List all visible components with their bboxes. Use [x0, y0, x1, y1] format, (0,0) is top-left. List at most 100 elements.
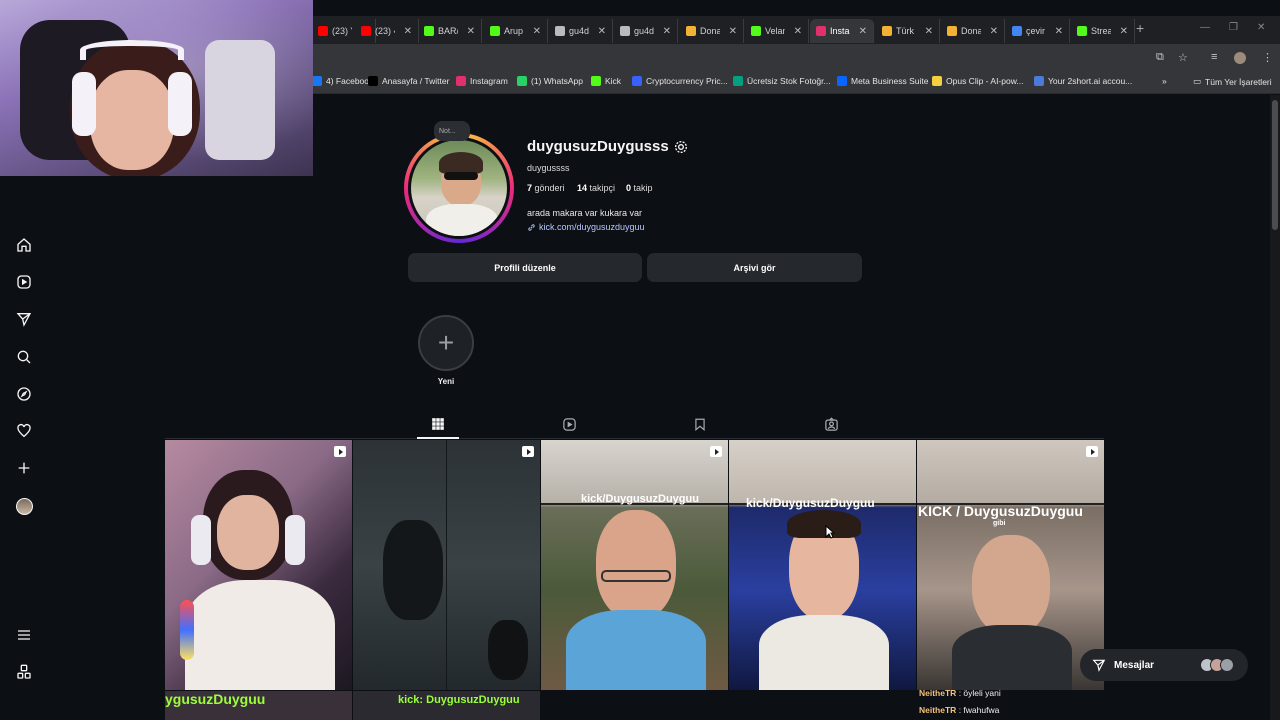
also-from-meta-icon[interactable] — [14, 662, 34, 682]
browser-tab[interactable]: Dona ✕ — [680, 19, 744, 43]
tab-title: Dona — [961, 26, 981, 36]
bookmark-item[interactable]: Your 2short.ai accou... — [1034, 76, 1132, 86]
close-tab-icon[interactable]: ✕ — [925, 26, 933, 37]
close-tab-icon[interactable]: ✕ — [533, 26, 541, 37]
home-icon[interactable] — [14, 235, 34, 255]
close-tab-icon[interactable]: ✕ — [1120, 26, 1128, 37]
search-icon[interactable] — [14, 347, 34, 367]
bookmark-label: 4) Facebook — [326, 76, 374, 86]
browser-tab[interactable]: Velan ✕ — [745, 19, 809, 43]
settings-gear-icon[interactable] — [673, 139, 689, 160]
bookmark-label: Kick — [605, 76, 622, 86]
browser-tab[interactable]: çevir ✕ — [1006, 19, 1070, 43]
explore-icon[interactable] — [14, 384, 34, 404]
all-bookmarks-button[interactable]: ▭ Tüm Yer İşaretleri — [1193, 76, 1272, 87]
bookmark-label: (1) WhatsApp — [531, 76, 583, 86]
profile-note-bubble[interactable]: Not... — [434, 121, 470, 141]
browser-tab[interactable]: (23) ‹ ✕ — [355, 19, 419, 43]
bookmark-item[interactable]: Opus Clip - AI-pow... — [932, 76, 1023, 86]
view-archive-button[interactable]: Arşivi gör — [647, 253, 862, 282]
profile-link[interactable]: kick.com/duygusuzduyguu — [527, 222, 645, 232]
close-tab-icon[interactable]: ✕ — [467, 26, 475, 37]
bookmark-star-icon[interactable]: ☆ — [1178, 51, 1188, 64]
browser-tab[interactable]: Türk ✕ — [876, 19, 940, 43]
close-tab-icon[interactable]: ✕ — [859, 26, 867, 37]
direct-messages-icon[interactable] — [14, 309, 34, 329]
browser-tab[interactable]: gu4d ✕ — [614, 19, 678, 43]
bookmark-label: Instagram — [470, 76, 508, 86]
globe-icon — [620, 26, 630, 36]
profile-avatar-icon[interactable] — [1234, 52, 1246, 64]
followers-stat[interactable]: 14 takipçi — [577, 183, 615, 193]
tab-title: (23) ‹ — [375, 26, 395, 36]
tab-posts-grid-icon[interactable] — [429, 415, 447, 433]
all-bookmarks-label: Tüm Yer İşaretleri — [1205, 76, 1272, 87]
install-app-icon[interactable]: ⧉ — [1156, 51, 1164, 64]
post-tile-4[interactable]: kick/DuygusuzDuyguu — [729, 440, 916, 690]
edit-profile-button[interactable]: Profili düzenle — [408, 253, 642, 282]
close-tab-icon[interactable]: ✕ — [990, 26, 998, 37]
meta-icon — [837, 76, 847, 86]
notifications-heart-icon[interactable] — [14, 421, 34, 441]
posts-count-stat: 7 gönderi — [527, 183, 565, 193]
tab-title: Türk — [896, 26, 914, 36]
close-tab-icon[interactable]: ✕ — [794, 26, 802, 37]
bookmark-item[interactable]: Anasayfa / Twitter — [368, 76, 449, 86]
browser-tab[interactable]: gu4d ✕ — [549, 19, 613, 43]
bookmark-item[interactable]: Meta Business Suite — [837, 76, 928, 86]
bookmarks-overflow-button[interactable]: » — [1162, 76, 1167, 86]
tab-tagged-icon[interactable] — [822, 415, 840, 433]
bookmark-item[interactable]: Instagram — [456, 76, 508, 86]
tab-saved-bookmark-icon[interactable] — [691, 415, 709, 433]
bookmark-label: Cryptocurrency Pric... — [646, 76, 728, 86]
browser-tab[interactable]: BAR/ ✕ — [418, 19, 482, 43]
bookmark-item[interactable]: (1) WhatsApp — [517, 76, 583, 86]
close-tab-icon[interactable]: ✕ — [729, 26, 737, 37]
post-overlay-text: KICK / DuygusuzDuyguu — [918, 503, 1083, 519]
bookmark-item[interactable]: Cryptocurrency Pric... — [632, 76, 728, 86]
post-tile-7[interactable]: kick: DuygusuzDuyguu — [353, 691, 540, 720]
bookmark-item[interactable]: Ücretsiz Stok Fotoğr... — [733, 76, 831, 86]
browser-tab[interactable]: Insta ✕ — [810, 19, 874, 43]
media-control-icon[interactable]: ≡ — [1211, 51, 1217, 63]
profile-nav-avatar[interactable] — [14, 496, 34, 516]
more-menu-icon[interactable] — [14, 625, 34, 645]
messages-label: Mesajlar — [1114, 659, 1155, 671]
bookmark-item[interactable]: Kick — [591, 76, 621, 86]
close-tab-icon[interactable]: ✕ — [598, 26, 606, 37]
tabs-divider — [165, 438, 1104, 439]
browser-tab[interactable]: Dona ✕ — [941, 19, 1005, 43]
profile-avatar[interactable] — [408, 137, 510, 239]
restore-button[interactable]: ❐ — [1229, 22, 1238, 33]
close-tab-icon[interactable]: ✕ — [404, 26, 412, 37]
folder-icon: ▭ — [1193, 76, 1202, 86]
post-tile-1[interactable] — [165, 440, 352, 690]
browser-menu-icon[interactable]: ⋮ — [1262, 51, 1273, 64]
create-plus-icon[interactable] — [14, 458, 34, 478]
webcam-overlay — [0, 0, 313, 176]
post-tile-2[interactable] — [353, 440, 540, 690]
tab-reels-icon[interactable] — [560, 415, 578, 433]
new-tab-button[interactable]: + — [1136, 20, 1144, 36]
post-tile-3[interactable]: kick/DuygusuzDuyguu — [541, 440, 728, 690]
whatsapp-icon — [517, 76, 527, 86]
instagram-icon — [456, 76, 466, 86]
facebook-icon — [312, 76, 322, 86]
tab-title: gu4d — [634, 26, 654, 36]
tab-title: (23) Y — [332, 26, 352, 36]
messages-bar[interactable]: Mesajlar — [1080, 649, 1248, 681]
post-tile-5[interactable]: KICK / DuygusuzDuyguu gibi — [917, 440, 1104, 690]
browser-tab[interactable]: Strea ✕ — [1071, 19, 1135, 43]
bookmark-item[interactable]: 4) Facebook — [312, 76, 373, 86]
browser-tab[interactable]: Arup ✕ — [484, 19, 548, 43]
scrollbar-thumb[interactable] — [1272, 100, 1278, 230]
post-tile-6[interactable]: ygusuzDuyguu — [165, 691, 352, 720]
close-tab-icon[interactable]: ✕ — [1055, 26, 1063, 37]
close-window-button[interactable]: ✕ — [1257, 22, 1265, 33]
tab-title: gu4d — [569, 26, 589, 36]
reels-icon[interactable] — [14, 272, 34, 292]
following-stat[interactable]: 0 takip — [626, 183, 653, 193]
new-highlight-button[interactable]: + — [418, 315, 474, 371]
close-tab-icon[interactable]: ✕ — [663, 26, 671, 37]
minimize-button[interactable]: — — [1200, 22, 1210, 33]
